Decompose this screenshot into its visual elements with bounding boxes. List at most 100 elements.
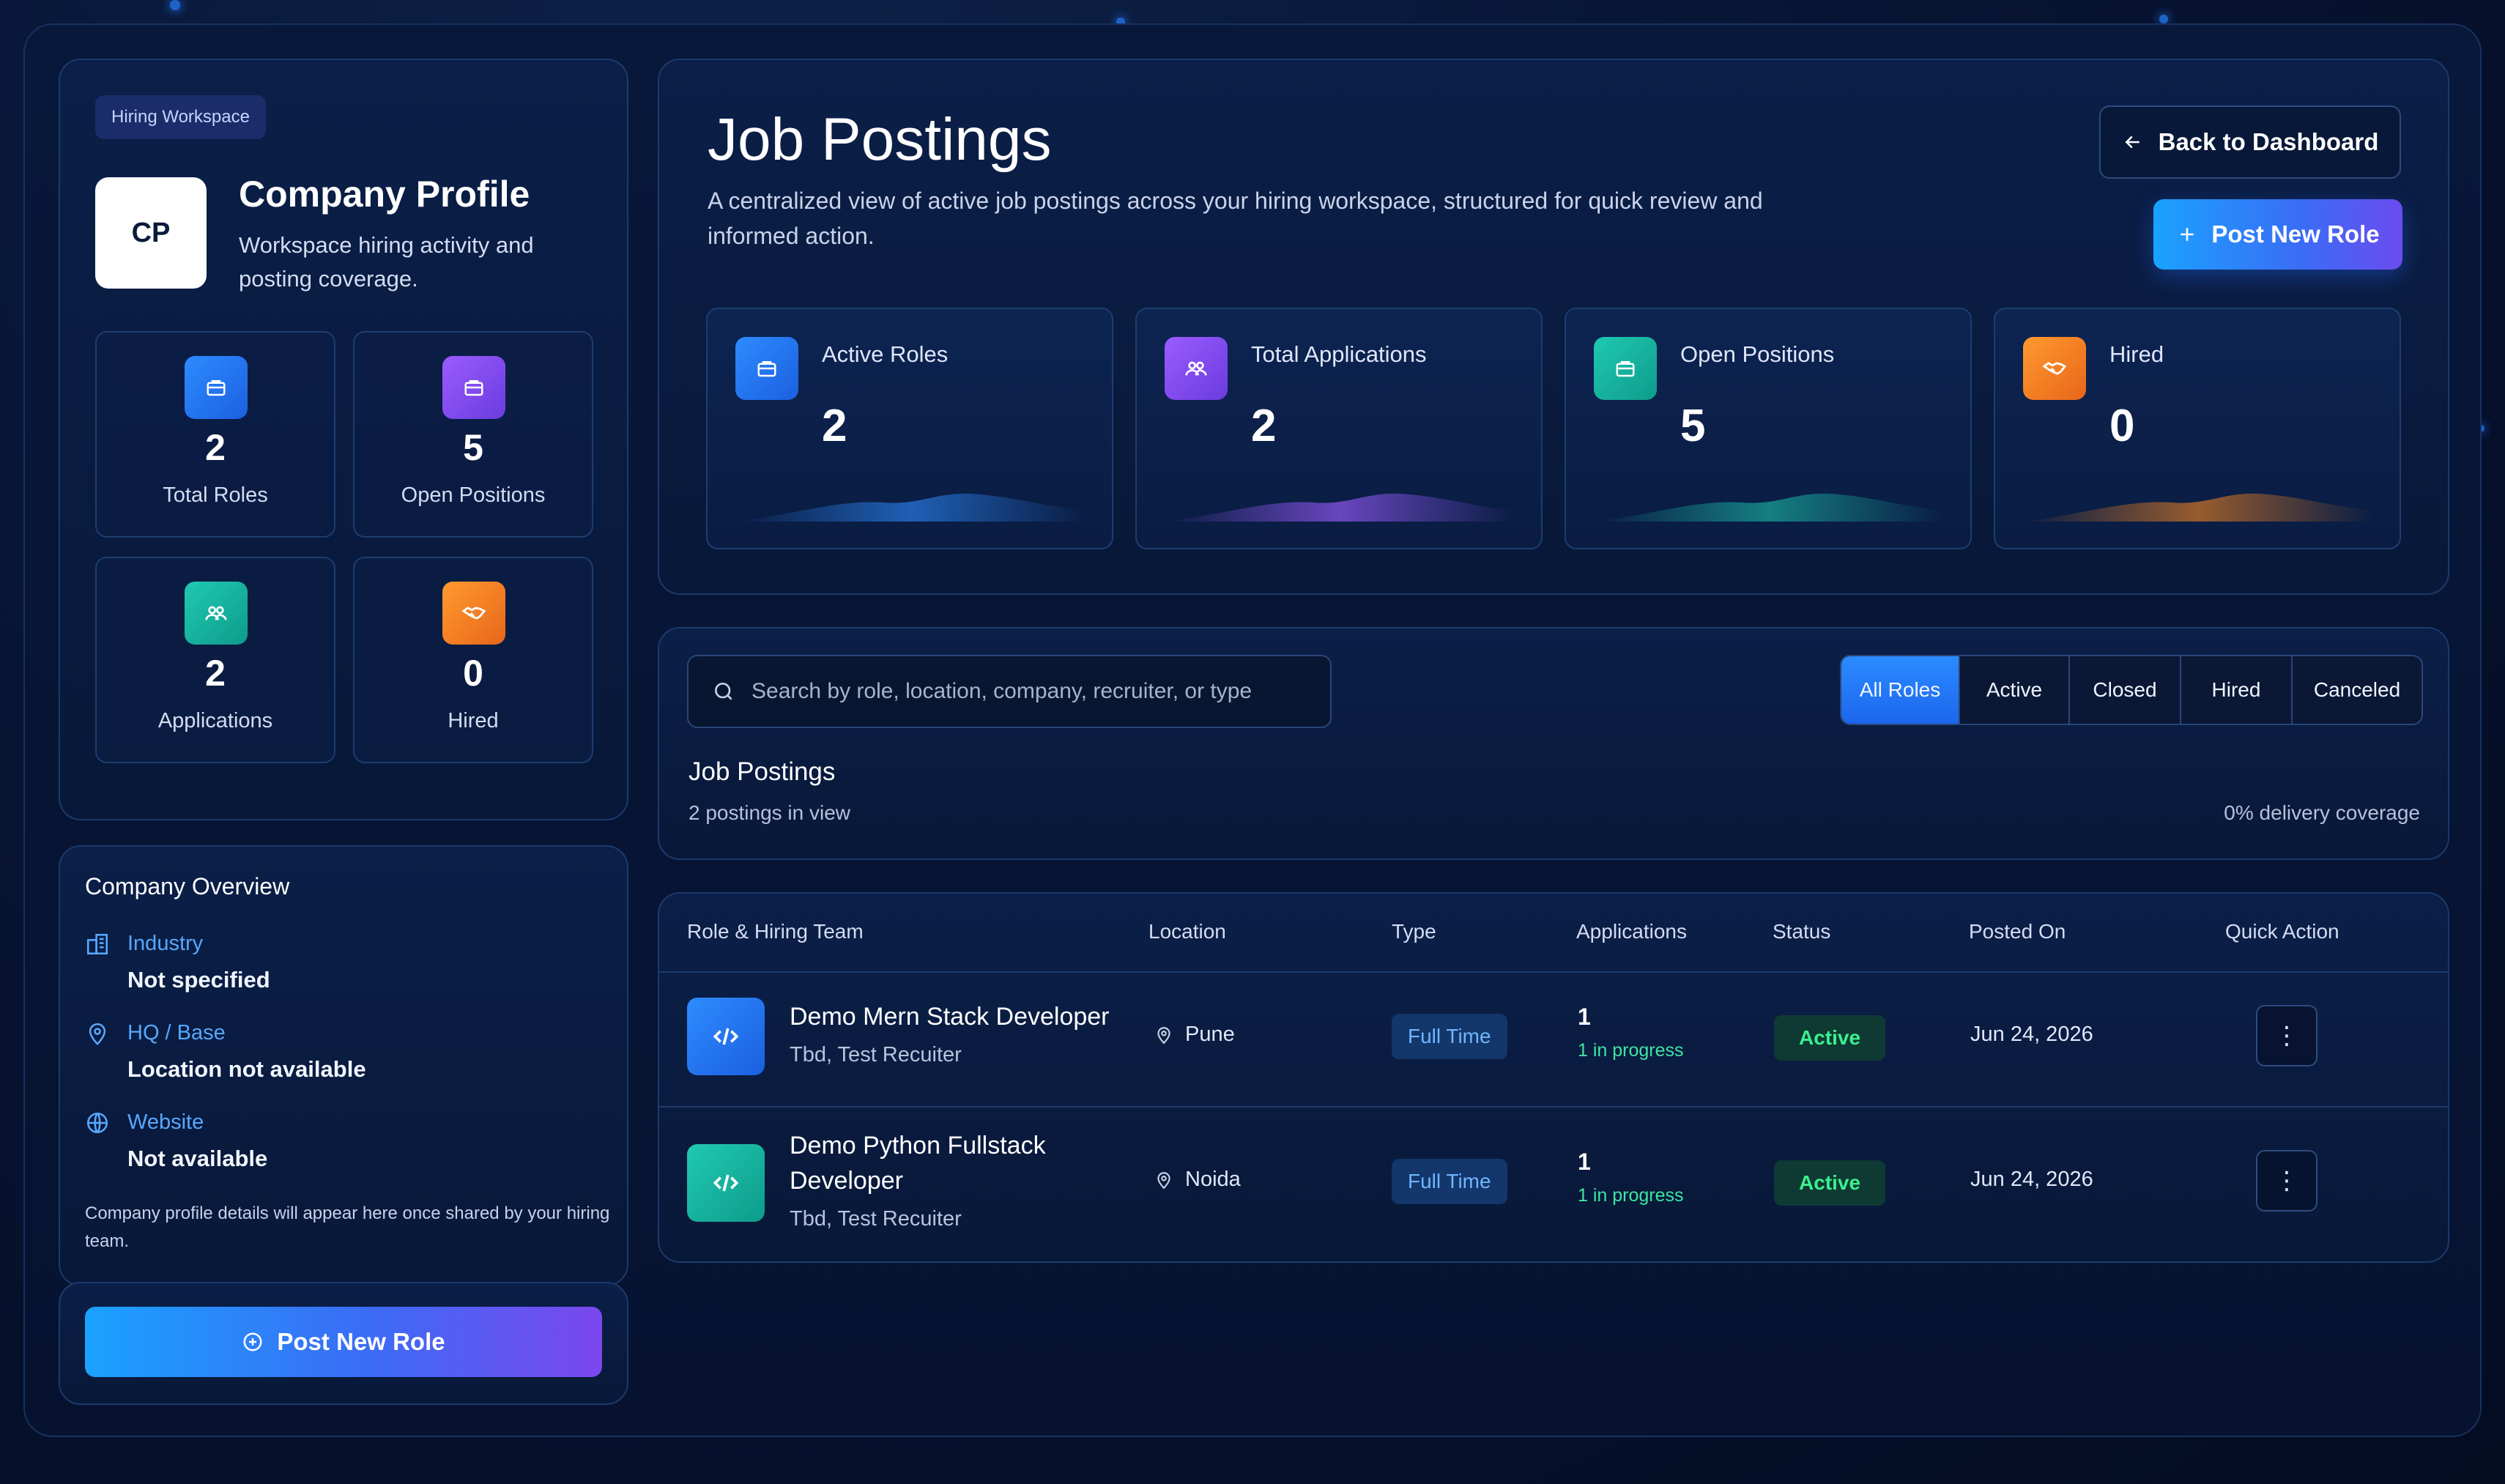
tab-closed[interactable]: Closed <box>2070 656 2181 724</box>
applications-count: 1 <box>1578 1003 1591 1030</box>
role-title[interactable]: Demo Python Fullstack Developer <box>790 1128 1112 1198</box>
tile-applications: 2 Applications <box>95 557 335 763</box>
tile-label: Applications <box>157 709 273 732</box>
tile-label: Open Positions <box>401 483 546 507</box>
job-postings-table: Role & Hiring Team Location Type Applica… <box>658 892 2449 1263</box>
company-overview-panel: Company Overview Industry Not specified … <box>59 845 628 1286</box>
sparkline-wave <box>1166 493 1515 522</box>
delivery-coverage: 0% delivery coverage <box>2224 801 2420 824</box>
map-pin-icon <box>89 1023 106 1045</box>
search-bar[interactable] <box>687 655 1332 728</box>
search-input[interactable] <box>752 679 1308 704</box>
kebab-icon: ⋮ <box>2274 1167 2299 1195</box>
overview-key: HQ / Base <box>127 1021 226 1045</box>
role-title[interactable]: Demo Mern Stack Developer <box>790 999 1110 1034</box>
briefcase-icon <box>442 356 505 419</box>
app-frame: Hiring Workspace CP Company Profile Work… <box>23 23 2482 1437</box>
status-badge: Active <box>1774 1015 1886 1061</box>
tile-label: Hired <box>448 709 499 732</box>
workspace-chip: Hiring Workspace <box>95 95 266 139</box>
tab-active[interactable]: Active <box>1960 656 2070 724</box>
stat-value: 2 <box>822 401 847 451</box>
divider <box>659 971 2448 973</box>
column-header: Posted On <box>1969 920 2066 943</box>
hiring-team: Tbd, Test Recuiter <box>790 1043 962 1066</box>
applications-count: 1 <box>1578 1149 1591 1175</box>
header-panel: Job Postings A centralized view of activ… <box>658 59 2449 595</box>
page-description: A centralized view of active job posting… <box>708 188 1763 249</box>
status-filter-tabs: All Roles Active Closed Hired Canceled <box>1840 655 2423 725</box>
more-actions-button[interactable]: ⋮ <box>2256 1005 2317 1066</box>
postings-count: 2 postings in view <box>689 801 851 824</box>
code-icon <box>687 1144 765 1222</box>
type-badge: Full Time <box>1392 1014 1507 1059</box>
building-icon <box>86 933 108 955</box>
stat-label: Total Applications <box>1251 341 1427 367</box>
column-header: Applications <box>1576 920 1687 943</box>
post-new-role-button[interactable]: Post New Role <box>85 1307 602 1377</box>
post-new-role-label: Post New Role <box>277 1328 445 1355</box>
overview-value: Location not available <box>127 1056 366 1082</box>
stat-open-positions: Open Positions 5 <box>1565 308 1972 549</box>
tile-label: Total Roles <box>163 483 268 507</box>
users-icon <box>1165 337 1228 400</box>
stat-label: Open Positions <box>1680 341 1835 367</box>
stat-label: Active Roles <box>822 341 949 367</box>
stat-hired: Hired 0 <box>1994 308 2401 549</box>
tile-total-roles: 2 Total Roles <box>95 331 335 538</box>
stat-value: 2 <box>1251 401 1277 451</box>
column-header: Location <box>1148 920 1226 943</box>
background-dot <box>170 0 180 10</box>
sparkline-wave <box>1595 493 1944 522</box>
tab-canceled[interactable]: Canceled <box>2293 656 2422 724</box>
arrow-left-icon <box>2125 136 2140 149</box>
stat-value: 0 <box>2109 401 2135 451</box>
divider <box>659 1106 2448 1108</box>
post-new-role-button[interactable]: Post New Role <box>2153 199 2402 270</box>
tab-hired[interactable]: Hired <box>2181 656 2293 724</box>
tab-all-roles[interactable]: All Roles <box>1841 656 1960 724</box>
tile-open-positions: 5 Open Positions <box>353 331 593 538</box>
stat-label: Hired <box>2109 341 2164 367</box>
location-text: Noida <box>1185 1168 1241 1191</box>
post-new-role-label: Post New Role <box>2211 220 2380 248</box>
overview-key: Website <box>127 1110 204 1134</box>
stat-total-applications: Total Applications 2 <box>1135 308 1543 549</box>
applications-progress: 1 in progress <box>1578 1185 1684 1206</box>
background-dot <box>2159 15 2168 23</box>
globe-icon <box>86 1112 108 1134</box>
status-badge: Active <box>1774 1160 1886 1206</box>
side-cta-panel: Post New Role <box>59 1282 628 1405</box>
posted-date: Jun 24, 2026 <box>1970 1168 2093 1191</box>
applications-progress: 1 in progress <box>1578 1040 1684 1061</box>
tile-value: 2 <box>205 427 226 468</box>
location-text: Pune <box>1185 1023 1235 1046</box>
filter-panel: All Roles Active Closed Hired Canceled J… <box>658 627 2449 860</box>
more-actions-button[interactable]: ⋮ <box>2256 1150 2317 1212</box>
stat-active-roles: Active Roles 2 <box>706 308 1113 549</box>
overview-note: Company profile details will appear here… <box>85 1203 610 1251</box>
briefcase-icon <box>1594 337 1657 400</box>
profile-title: Company Profile <box>239 174 530 215</box>
section-title: Job Postings <box>689 757 836 786</box>
sparkline-wave <box>2025 493 2373 522</box>
overview-value: Not specified <box>127 967 270 993</box>
company-profile-panel: Hiring Workspace CP Company Profile Work… <box>59 59 628 820</box>
tile-value: 0 <box>463 653 483 694</box>
posted-date: Jun 24, 2026 <box>1970 1023 2093 1046</box>
profile-subtitle: Workspace hiring activity and posting co… <box>239 232 534 292</box>
tile-value: 5 <box>463 427 483 468</box>
back-to-dashboard-button[interactable]: Back to Dashboard <box>2099 105 2401 179</box>
column-header: Quick Action <box>2225 920 2339 943</box>
column-header: Role & Hiring Team <box>687 920 864 943</box>
hiring-team: Tbd, Test Recuiter <box>790 1207 962 1231</box>
plus-icon <box>2181 228 2194 241</box>
back-label: Back to Dashboard <box>2158 128 2379 155</box>
users-icon <box>185 582 248 645</box>
map-pin-icon <box>1157 1026 1170 1044</box>
type-badge: Full Time <box>1392 1159 1507 1204</box>
overview-value: Not available <box>127 1146 268 1171</box>
location: Pune <box>1154 1023 1235 1047</box>
page-title: Job Postings <box>708 106 1052 173</box>
tile-hired: 0 Hired <box>353 557 593 763</box>
